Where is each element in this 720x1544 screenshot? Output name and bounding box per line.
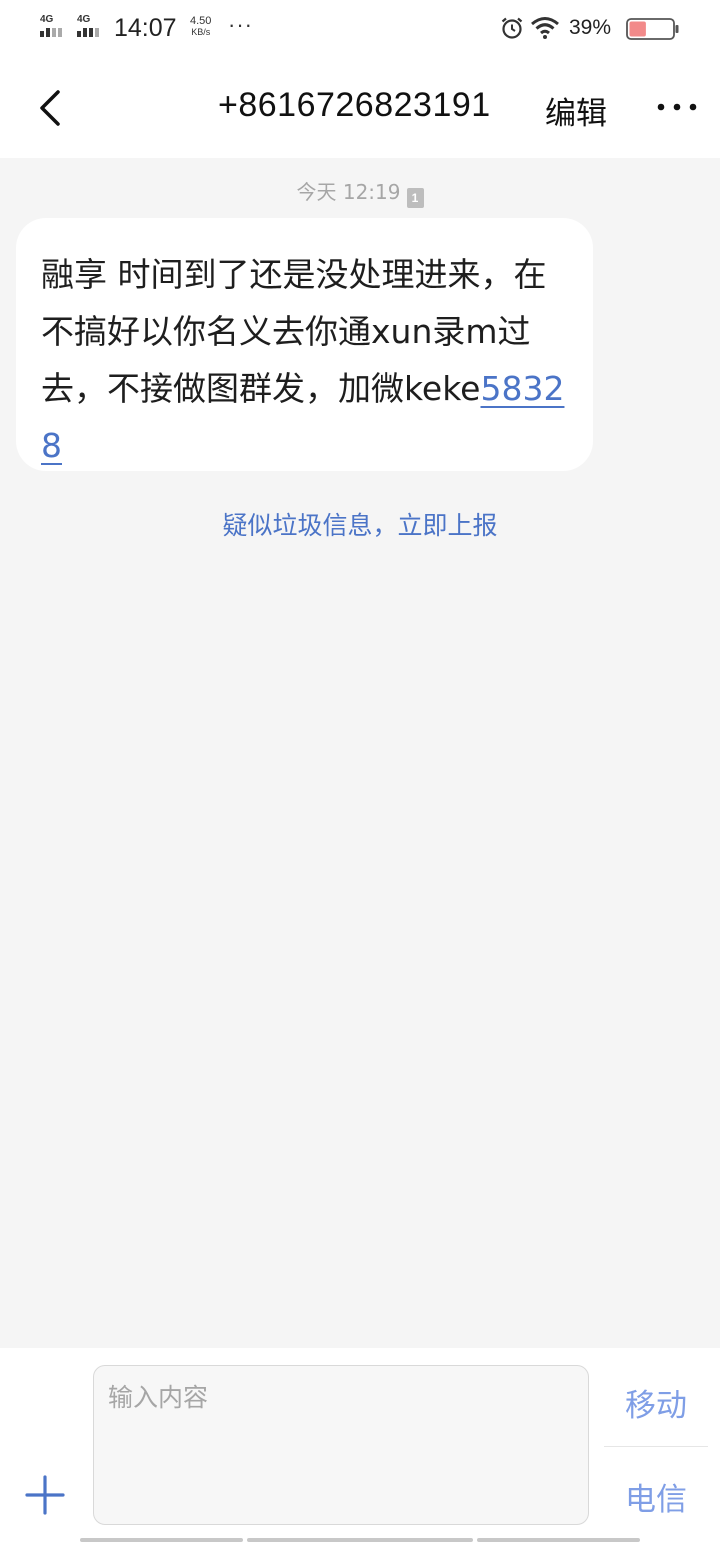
- scroll-indicator: [247, 1538, 473, 1542]
- send-sim2-button[interactable]: 电信: [604, 1474, 708, 1519]
- chevron-left-icon[interactable]: [28, 84, 76, 132]
- more-notifications-icon: ···: [228, 12, 253, 37]
- network-speed-unit: KB/s: [191, 27, 211, 37]
- plus-icon[interactable]: [24, 1474, 66, 1516]
- battery-icon: [626, 18, 679, 40]
- composer-bar: 移动 电信: [0, 1348, 720, 1544]
- sim-card-icon: 1: [406, 188, 424, 208]
- contact-title: +8616726823191: [218, 86, 491, 124]
- status-bar: 4G 4G 14:07 4.50 KB/s ··· 39%: [0, 0, 720, 58]
- network-type-1: 4G: [40, 14, 54, 25]
- send-divider: [604, 1446, 708, 1447]
- network-speed: 4.50 KB/s: [190, 16, 211, 38]
- battery-percent: 39%: [569, 16, 612, 39]
- message-body: 融享 时间到了还是没处理进来，在不搞好以你名义去你通xun录m过去，不接做图群发…: [41, 255, 547, 408]
- edit-button[interactable]: 编辑: [545, 88, 607, 133]
- scroll-indicator: [477, 1538, 640, 1542]
- network-type-2: 4G: [77, 14, 91, 25]
- message-input[interactable]: [93, 1365, 589, 1525]
- timestamp-text: 今天 12:19: [296, 180, 401, 204]
- signal-icon: 4G: [40, 14, 70, 40]
- network-speed-value: 4.50: [190, 15, 212, 27]
- message-bubble[interactable]: 融享 时间到了还是没处理进来，在不搞好以你名义去你通xun录m过去，不接做图群发…: [16, 218, 593, 471]
- more-dots-icon[interactable]: [652, 82, 702, 132]
- clock: 14:07: [114, 14, 177, 42]
- alarm-icon: [501, 17, 523, 39]
- wifi-icon: [531, 17, 559, 39]
- conversation-header: +8616726823191 编辑: [0, 58, 720, 158]
- send-sim1-button[interactable]: 移动: [604, 1380, 708, 1425]
- message-text: 融享 时间到了还是没处理进来，在不搞好以你名义去你通xun录m过去，不接做图群发…: [41, 246, 573, 474]
- scroll-indicator: [80, 1538, 243, 1542]
- message-timestamp: 今天 12:19 1: [0, 176, 720, 208]
- report-spam-link[interactable]: 疑似垃圾信息，立即上报: [0, 506, 720, 542]
- signal-icon: 4G: [77, 14, 107, 40]
